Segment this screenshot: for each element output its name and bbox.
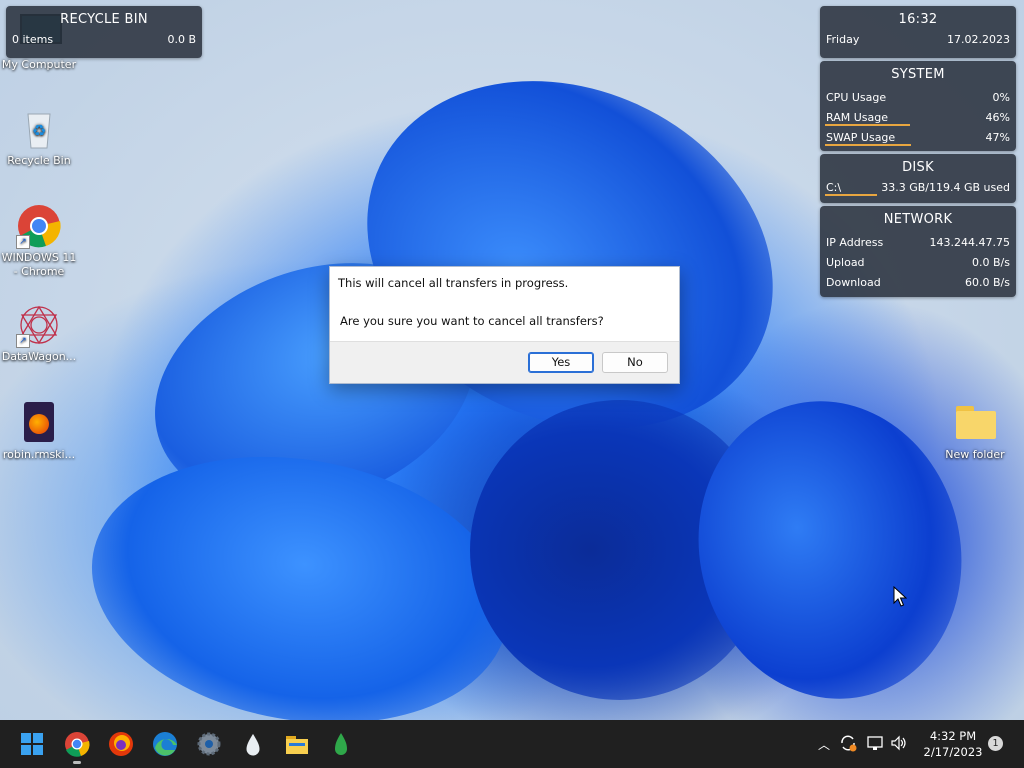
system-value: 46% — [985, 110, 1010, 124]
notification-badge[interactable]: 1 — [988, 736, 1003, 751]
taskbar-time: 4:32 PM — [929, 729, 977, 743]
settings-icon — [197, 732, 221, 756]
network-value: 0.0 B/s — [972, 255, 1010, 269]
recycle-size: 0.0 B — [167, 32, 196, 46]
network-widget-title: NETWORK — [883, 212, 953, 227]
taskbar-drop-app[interactable] — [327, 730, 355, 758]
network-icon[interactable] — [866, 734, 884, 752]
system-row: CPU Usage 0% — [820, 87, 1016, 107]
volume-icon[interactable] — [890, 734, 908, 752]
dialog-message-line2: Are you sure you want to cancel all tran… — [340, 314, 604, 328]
desktop-icon-recycle-bin[interactable]: ♻ Recycle Bin — [0, 106, 78, 168]
windows-logo-icon — [21, 733, 43, 755]
file-explorer-icon — [286, 736, 308, 754]
network-value: 143.244.47.75 — [929, 235, 1010, 249]
system-widget: SYSTEM CPU Usage 0% RAM Usage 46% SWAP Usage… — [820, 61, 1016, 151]
system-label: CPU Usage — [826, 90, 887, 104]
no-button[interactable]: No — [602, 352, 668, 373]
taskbar-date: 2/17/2023 — [923, 745, 983, 759]
taskbar-clock[interactable]: 4:32 PM 2/17/2023 — [918, 728, 988, 760]
system-tray: ︿ 4:32 PM 2/17/2023 1 — [814, 720, 1024, 768]
network-label: IP Address — [826, 235, 884, 249]
network-label: Upload — [826, 255, 865, 269]
disk-usage-bar — [825, 194, 877, 196]
system-value: 47% — [985, 130, 1010, 144]
system-widget-title: SYSTEM — [891, 67, 945, 82]
network-row: Download 60.0 B/s — [820, 272, 1016, 292]
mouse-cursor-icon — [893, 586, 907, 607]
clock-day: Friday — [826, 32, 860, 46]
system-row: RAM Usage 46% — [820, 107, 1016, 127]
datawagon-icon: ↗ — [16, 302, 62, 348]
dialog-footer: Yes No — [330, 341, 679, 383]
desktop-icon-label: My Computer — [1, 58, 77, 71]
wallpaper-petal — [309, 16, 831, 494]
system-usage-bar — [825, 124, 910, 126]
clock-date-row: Friday 17.02.2023 — [820, 29, 1016, 49]
disk-widget: DISK C:\ 33.3 GB/119.4 GB used — [820, 154, 1016, 203]
cancel-transfers-dialog: This will cancel all transfers in progre… — [329, 266, 680, 384]
firefox-icon — [109, 732, 133, 756]
chrome-icon — [65, 732, 90, 757]
dialog-message-line1: This will cancel all transfers in progre… — [338, 276, 569, 290]
taskbar-settings[interactable] — [195, 730, 223, 758]
taskbar-chrome[interactable] — [63, 730, 91, 764]
desktop-icon-datawagon[interactable]: ↗ DataWagon... — [0, 302, 78, 364]
network-label: Download — [826, 275, 881, 289]
taskbar-firefox[interactable] — [107, 730, 135, 758]
shortcut-arrow-icon: ↗ — [16, 235, 30, 249]
network-row: Upload 0.0 B/s — [820, 252, 1016, 272]
svg-text:♻: ♻ — [32, 121, 46, 140]
disk-row: C:\ 33.3 GB/119.4 GB used — [820, 177, 1016, 197]
recycle-bin-icon: ♻ — [16, 106, 62, 152]
sync-icon[interactable] — [838, 733, 858, 753]
system-label: RAM Usage — [826, 110, 888, 124]
desktop-icon-label: DataWagon... — [1, 350, 77, 363]
drop-icon — [335, 733, 347, 755]
wallpaper-petal — [70, 425, 530, 755]
recycle-widget-row: 0 items 0.0 B — [6, 29, 202, 49]
yes-button[interactable]: Yes — [528, 352, 594, 373]
system-row: SWAP Usage 47% — [820, 127, 1016, 147]
folder-icon — [952, 400, 998, 446]
running-indicator — [73, 761, 81, 764]
desktop-icon-new-folder[interactable]: New folder — [936, 400, 1014, 462]
desktop-icon-robin[interactable]: robin.rmski... — [0, 400, 78, 462]
desktop-icon-label: WINDOWS 11 - Chrome — [1, 251, 77, 278]
desktop-icon-label: New folder — [945, 448, 1005, 461]
system-value: 0% — [992, 90, 1010, 104]
inkscape-icon — [245, 732, 261, 757]
system-usage-bar — [825, 144, 912, 146]
wallpaper-petal — [470, 400, 770, 700]
firefox-file-icon — [16, 400, 62, 446]
clock-widget: 16:32 Friday 17.02.2023 — [820, 6, 1016, 58]
recycle-bin-widget: RECYCLE BIN 0 items 0.0 B — [6, 6, 202, 58]
recycle-items-count: 0 items — [12, 32, 54, 46]
disk-drive: C:\ — [826, 180, 842, 194]
start-button[interactable] — [18, 730, 46, 758]
network-value: 60.0 B/s — [965, 275, 1010, 289]
system-label: SWAP Usage — [826, 130, 896, 144]
desktop-icon-chrome[interactable]: ↗ WINDOWS 11 - Chrome — [0, 203, 78, 279]
taskbar-inkscape[interactable] — [239, 730, 267, 758]
taskbar-edge[interactable] — [151, 730, 179, 758]
network-widget: NETWORK IP Address 143.244.47.75 Upload 0.0… — [820, 206, 1016, 297]
shortcut-arrow-icon: ↗ — [16, 334, 30, 348]
desktop-icon-label: Recycle Bin — [7, 154, 71, 167]
edge-icon — [153, 732, 177, 756]
network-row: IP Address 143.244.47.75 — [820, 232, 1016, 252]
chrome-icon: ↗ — [16, 203, 62, 249]
disk-usage: 33.3 GB/119.4 GB used — [881, 180, 1010, 194]
clock-date: 17.02.2023 — [947, 32, 1010, 46]
tray-overflow-chevron-icon[interactable]: ︿ — [818, 736, 830, 753]
desktop-icon-label: robin.rmski... — [2, 448, 76, 461]
taskbar-file-explorer[interactable] — [283, 730, 311, 758]
taskbar: ︿ 4:32 PM 2/17/2023 1 — [0, 720, 1024, 768]
